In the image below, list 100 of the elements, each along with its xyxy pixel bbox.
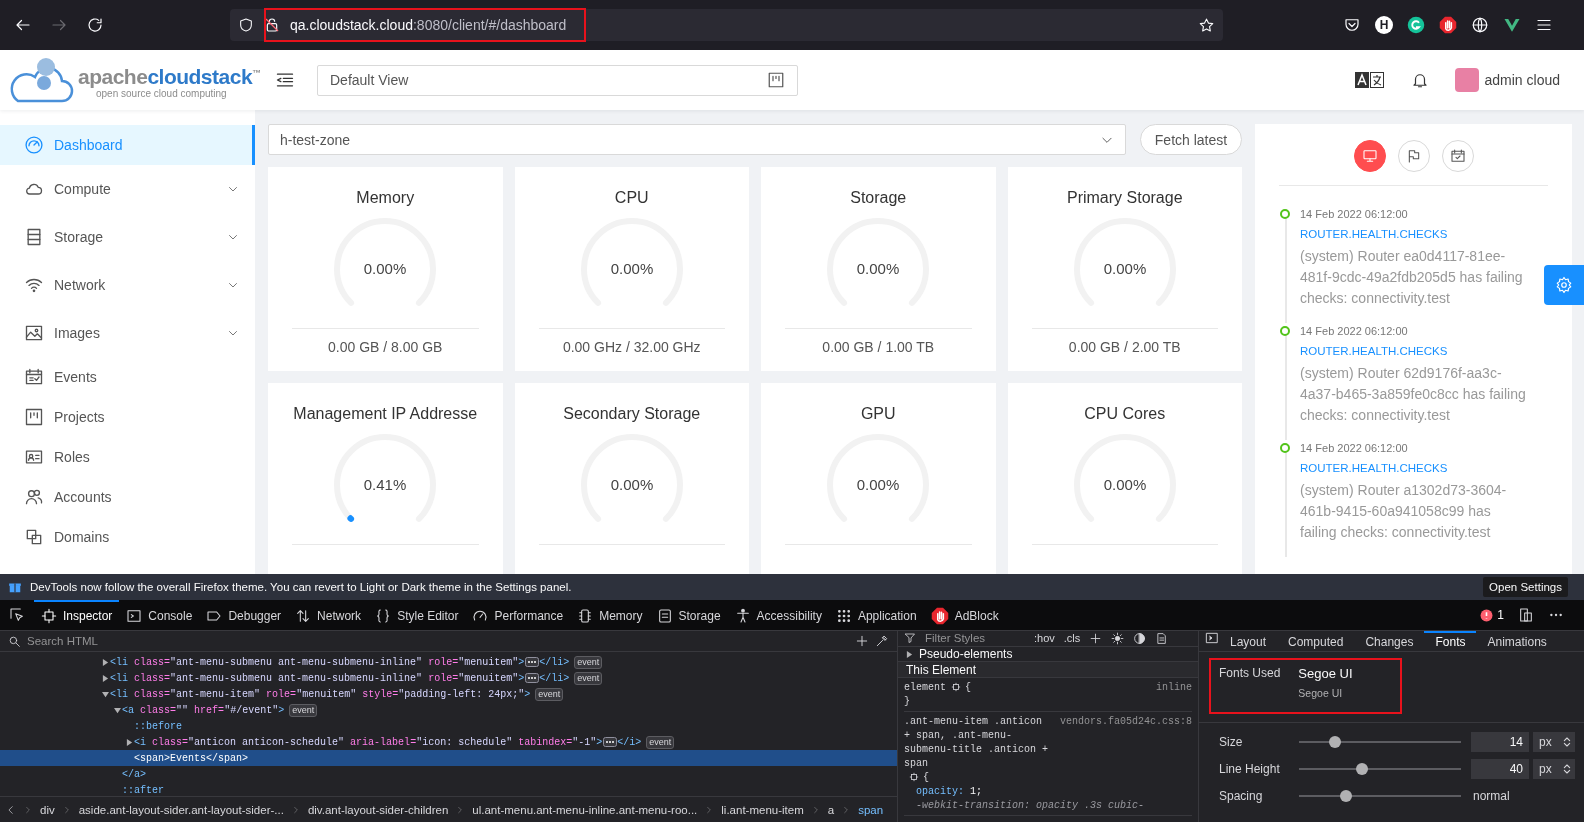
sidebar-tab[interactable]: Layout	[1219, 631, 1278, 651]
event-badge[interactable]: event	[574, 655, 603, 669]
panel-tab-button[interactable]	[1353, 140, 1386, 172]
sidebar-item[interactable]: Compute	[0, 165, 255, 213]
sidebar-item[interactable]: Storage	[0, 213, 255, 261]
event-badge[interactable]: event	[535, 687, 564, 701]
card-detail: 0.00 GB / 2.00 TB	[1068, 339, 1181, 355]
collapsed-arrow-icon[interactable]	[101, 658, 109, 666]
settings-button[interactable]	[1544, 265, 1584, 305]
breadcrumb[interactable]: div.ant-layout-sider-children	[307, 803, 449, 816]
markup-row[interactable]: <i class="anticon anticon-schedule" aria-label="icon: schedule" tabindex="-1"> </i> event	[0, 734, 897, 750]
sidebar-item[interactable]: Network	[0, 261, 255, 309]
markup-row[interactable]: <a class="" href="#/event"> event	[0, 702, 897, 718]
breadcrumb[interactable]: div	[40, 803, 55, 816]
event-badge[interactable]: event	[646, 735, 675, 749]
expanded-arrow-icon[interactable]	[101, 690, 109, 698]
console-icon	[126, 608, 143, 624]
value-field[interactable]: 14	[1471, 732, 1529, 752]
event-badge[interactable]: event	[574, 671, 603, 685]
devtools-tab[interactable]: Storage	[649, 600, 728, 630]
search-html-field[interactable]: Search HTML	[27, 635, 849, 647]
ellipsis-icon[interactable]	[603, 737, 618, 747]
closing-tag: </li>	[539, 656, 570, 668]
markup-row[interactable]: <li class="ant-menu-submenu ant-menu-submenu-inline" role="menuitem"> </li> event	[0, 670, 897, 686]
class-button[interactable]: .cls	[1063, 632, 1081, 645]
slider-thumb[interactable]	[1329, 736, 1341, 748]
sidebar-tab[interactable]: Changes	[1354, 631, 1425, 651]
gauge-value: 0.00%	[857, 260, 900, 277]
markup-row[interactable]: <li class="ant-menu-submenu ant-menu-submenu-inline" role="menuitem"> </li> event	[0, 654, 897, 670]
sidebar-tab[interactable]: Fonts	[1424, 631, 1477, 651]
devtools-tab[interactable]: Console	[119, 600, 200, 630]
view-select[interactable]: Default View	[317, 64, 798, 96]
sidebar-item[interactable]: Images	[0, 309, 255, 357]
event-badge[interactable]: event	[289, 703, 318, 717]
card-title: Management IP Addresse	[293, 404, 478, 424]
circle-logo-icon[interactable]	[1407, 16, 1425, 34]
v-logo-icon[interactable]	[1503, 16, 1521, 34]
stop-hand-icon	[930, 607, 949, 625]
error-count[interactable]: 1	[1480, 608, 1504, 622]
open-settings-button[interactable]: Open Settings	[1483, 577, 1568, 597]
breadcrumb[interactable]: ul.ant-menu.ant-menu-inline.ant-menu-roo...	[472, 803, 698, 816]
style-declaration[interactable]: -webkit-transition: opacity .3s cubic-	[904, 799, 1192, 813]
devtools-tab[interactable]: Network	[288, 600, 369, 630]
breadcrumb[interactable]: aside.ant-layout-sider.ant-layout-sider-...	[78, 803, 284, 816]
markup-row[interactable]: <li class="ant-menu-item" role="menuitem" style="padding-left: 24px;"> event	[0, 686, 897, 702]
slider-thumb[interactable]	[1339, 790, 1352, 802]
extension-icon[interactable]: H	[1375, 16, 1393, 34]
rule-source[interactable]: vendors.fa05d24c.css:8	[1059, 715, 1192, 785]
collapsed-arrow-icon[interactable]	[101, 674, 109, 682]
breadcrumb[interactable]: span	[858, 803, 884, 816]
breadcrumb[interactable]: a	[827, 803, 835, 816]
zone-select[interactable]: h-test-zone	[268, 124, 1126, 155]
devtools-tab[interactable]: Application	[828, 600, 924, 630]
chevron-right-icon	[24, 805, 32, 814]
devtools-tab[interactable]: Memory	[570, 600, 650, 630]
sidebar-item[interactable]: Accounts	[0, 477, 255, 517]
sidebar-item[interactable]: Domains	[0, 517, 255, 557]
collapsed-arrow-icon[interactable]	[125, 738, 133, 746]
sidebar-tab[interactable]: Animations	[1476, 631, 1558, 651]
fetch-latest-button[interactable]: Fetch latest	[1140, 124, 1242, 155]
address-bar[interactable]: qa.cloudstack.cloud:8080/client/#/dashboard	[230, 9, 1223, 41]
devtools-tab[interactable]: Debugger	[199, 600, 289, 630]
responsive-design-icon	[1518, 607, 1534, 623]
breadcrumb[interactable]: li.ant-menu-item	[721, 803, 804, 816]
sidebar-item[interactable]: Events	[0, 357, 255, 397]
devtools-tab[interactable]: Performance	[465, 600, 571, 630]
logo-tagline: open source cloud computing	[96, 87, 228, 99]
expanded-arrow-icon[interactable]	[113, 706, 121, 714]
translate-icon[interactable]	[1354, 71, 1385, 89]
rule-source[interactable]: inline	[1156, 681, 1192, 695]
filter-styles-field[interactable]: Filter Styles	[925, 632, 1025, 645]
sidebar-tab[interactable]: Computed	[1277, 631, 1355, 651]
unit-select[interactable]: px	[1533, 759, 1575, 779]
font-family: Segoe UI	[1298, 687, 1344, 699]
hover-state-button[interactable]: :hov	[1034, 632, 1055, 645]
sidebar-item[interactable]: Roles	[0, 437, 255, 477]
updown-icon	[1563, 737, 1571, 747]
event-time: 14 Feb 2022 06:12:00	[1300, 441, 1409, 456]
crosshair-icon[interactable]	[909, 772, 919, 783]
markup-row[interactable]: <span>Events</span>	[0, 750, 897, 766]
devtools-tab[interactable]: Style Editor	[368, 600, 466, 630]
card-title: Storage	[850, 188, 907, 208]
slider-thumb[interactable]	[1356, 763, 1368, 775]
unit-select[interactable]: px	[1533, 732, 1575, 752]
markup-row[interactable]: ::before	[0, 718, 897, 734]
sidebar-item[interactable]: Projects	[0, 397, 255, 437]
user-name[interactable]: admin cloud	[1484, 72, 1560, 88]
devtools-tab[interactable]: Inspector	[34, 600, 120, 630]
value-field[interactable]: 40	[1471, 759, 1529, 779]
ellipsis-icon[interactable]	[525, 673, 540, 683]
style-declaration[interactable]: opacity: 1;	[904, 785, 1192, 799]
devtools-tab[interactable]: Accessibility	[727, 600, 829, 630]
devtools-tab[interactable]: AdBlock	[923, 600, 1006, 630]
ellipsis-icon[interactable]	[525, 657, 540, 667]
crosshair-icon[interactable]	[951, 682, 961, 693]
rule-selector: element	[904, 681, 946, 695]
section-header[interactable]: Pseudo-elements	[919, 647, 1013, 661]
markup-text: ::before	[134, 720, 182, 732]
avatar-image[interactable]	[1454, 68, 1479, 92]
markup-row[interactable]: ::after	[0, 782, 897, 796]
